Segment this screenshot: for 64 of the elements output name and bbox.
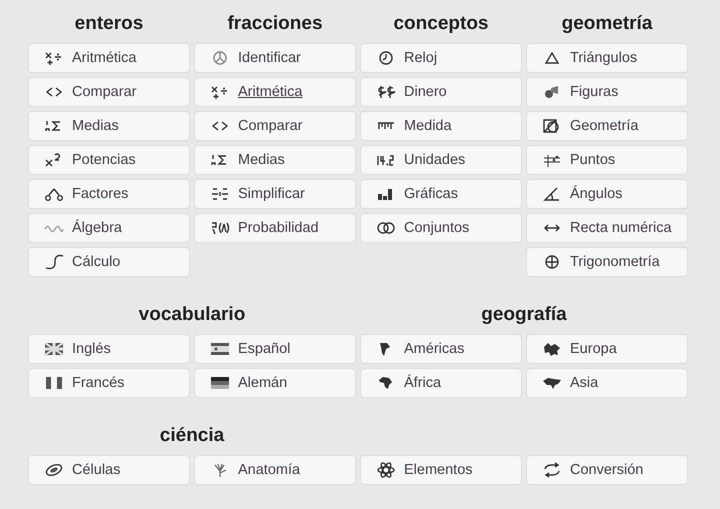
flag-icon bbox=[210, 341, 230, 357]
section-heading: ciéncia bbox=[160, 425, 224, 446]
triangle-icon bbox=[542, 50, 562, 66]
topic-button[interactable]: África bbox=[360, 368, 522, 398]
section-heading: fracciones bbox=[227, 13, 323, 34]
topic-button[interactable]: Américas bbox=[360, 334, 522, 364]
cell-icon bbox=[44, 462, 64, 478]
topic-button[interactable]: Recta numérica bbox=[526, 213, 688, 243]
topic-button[interactable]: Conjuntos bbox=[360, 213, 522, 243]
topic-button[interactable]: Comparar bbox=[194, 111, 356, 141]
tree-icon bbox=[44, 186, 64, 202]
topic-button[interactable]: Ángulos bbox=[526, 179, 688, 209]
topic-button[interactable]: Aritmética bbox=[194, 77, 356, 107]
topic-button[interactable]: Inglés bbox=[28, 334, 190, 364]
topic-button[interactable]: Simplificar bbox=[194, 179, 356, 209]
topic-button[interactable]: Dinero bbox=[360, 77, 522, 107]
topic-button[interactable]: Medida bbox=[360, 111, 522, 141]
section-heading: conceptos bbox=[393, 13, 489, 34]
section-heading: geografía bbox=[481, 304, 567, 325]
integral-icon bbox=[44, 254, 64, 270]
topic-button[interactable]: Figuras bbox=[526, 77, 688, 107]
topic-button[interactable]: Identificar bbox=[194, 43, 356, 73]
topic-button[interactable]: Medias bbox=[194, 145, 356, 175]
topic-button[interactable]: Anatomía bbox=[194, 455, 356, 485]
topic-button[interactable]: Células bbox=[28, 455, 190, 485]
angle-icon bbox=[542, 186, 562, 202]
dollar-icon bbox=[376, 84, 396, 100]
topic-button[interactable]: Europa bbox=[526, 334, 688, 364]
venn-icon bbox=[376, 220, 396, 236]
topic-button[interactable]: Geometría bbox=[526, 111, 688, 141]
topic-button[interactable]: Francés bbox=[28, 368, 190, 398]
topic-button[interactable]: Conversión bbox=[526, 455, 688, 485]
topic-button[interactable]: Elementos bbox=[360, 455, 522, 485]
topic-button[interactable]: Factores bbox=[28, 179, 190, 209]
arithmetic-icon bbox=[210, 84, 230, 100]
continent-icon bbox=[542, 375, 562, 391]
topic-button[interactable]: Comparar bbox=[28, 77, 190, 107]
arithmetic-icon bbox=[44, 50, 64, 66]
atom-icon bbox=[376, 462, 396, 478]
topic-button[interactable]: Cálculo bbox=[28, 247, 190, 277]
flag-icon bbox=[210, 375, 230, 391]
topic-button[interactable]: Reloj bbox=[360, 43, 522, 73]
topic-button[interactable]: Triángulos bbox=[526, 43, 688, 73]
topic-button[interactable]: Asia bbox=[526, 368, 688, 398]
flag-icon bbox=[44, 375, 64, 391]
topic-button[interactable]: Puntos bbox=[526, 145, 688, 175]
continent-icon bbox=[542, 341, 562, 357]
topic-button[interactable]: Probabilidad bbox=[194, 213, 356, 243]
topic-button[interactable]: Trigonometría bbox=[526, 247, 688, 277]
topic-button[interactable]: Gráficas bbox=[360, 179, 522, 209]
flag-icon bbox=[44, 341, 64, 357]
fraction-icon bbox=[210, 186, 230, 202]
topic-button[interactable]: Aritmética bbox=[28, 43, 190, 73]
topic-button[interactable]: Alemán bbox=[194, 368, 356, 398]
section-heading: enteros bbox=[74, 13, 144, 34]
topic-button[interactable]: Medias bbox=[28, 111, 190, 141]
section-heading: geometría bbox=[562, 13, 652, 34]
topic-button[interactable]: Unidades bbox=[360, 145, 522, 175]
topic-button[interactable]: Potencias bbox=[28, 145, 190, 175]
grid-icon bbox=[542, 152, 562, 168]
refresh-icon bbox=[542, 462, 562, 478]
section-heading: vocabulario bbox=[138, 304, 246, 325]
topic-button[interactable]: Álgebra bbox=[28, 213, 190, 243]
topic-button[interactable]: Español bbox=[194, 334, 356, 364]
